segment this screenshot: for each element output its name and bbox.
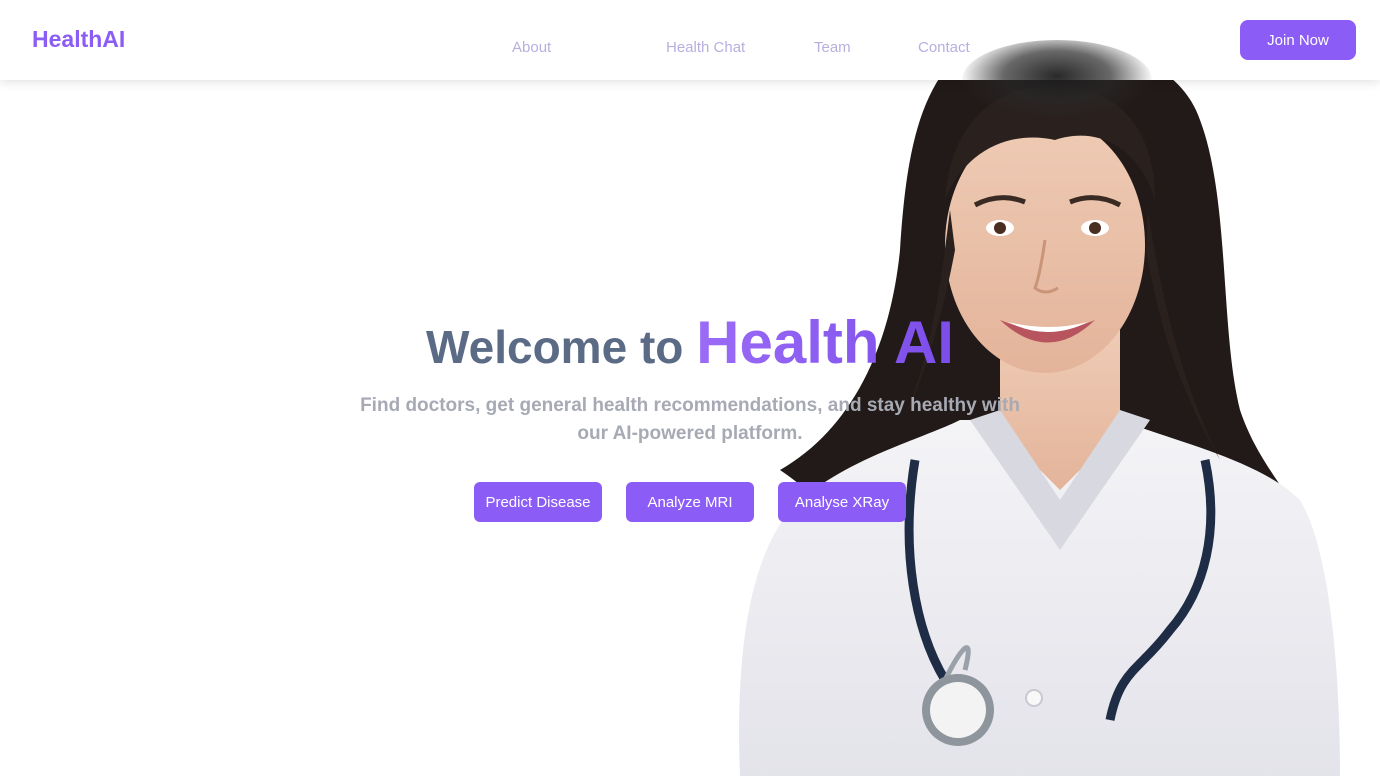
analyze-mri-button[interactable]: Analyze MRI: [626, 482, 754, 522]
top-navbar: HealthAI About Health Chat Team Contact …: [0, 0, 1380, 80]
hero-title-accent: Health AI: [696, 309, 954, 376]
nav-link-health-chat[interactable]: Health Chat: [666, 39, 745, 56]
nav-link-about[interactable]: About: [512, 39, 551, 56]
brand-logo[interactable]: HealthAI: [32, 26, 125, 53]
hero-title: Welcome to Health AI: [0, 308, 1380, 377]
landing-page: HealthAI About Health Chat Team Contact …: [0, 0, 1380, 776]
nav-link-team[interactable]: Team: [814, 39, 851, 56]
nav-link-contact[interactable]: Contact: [918, 39, 970, 56]
predict-disease-button[interactable]: Predict Disease: [474, 482, 602, 522]
hero-subtitle: Find doctors, get general health recomme…: [360, 395, 1020, 444]
analyse-xray-button[interactable]: Analyse XRay: [778, 482, 906, 522]
join-now-button[interactable]: Join Now: [1240, 20, 1356, 60]
hero-title-prefix: Welcome to: [426, 321, 684, 373]
image-shadow: [962, 40, 1152, 120]
